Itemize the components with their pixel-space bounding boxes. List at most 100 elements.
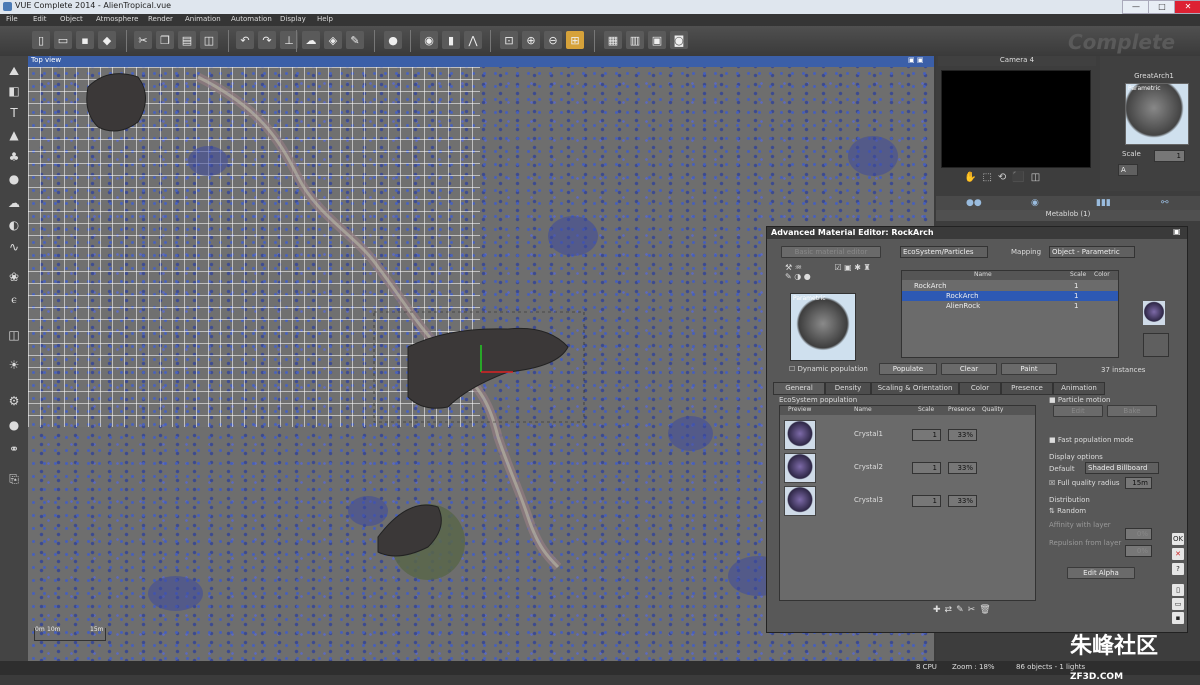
camera-tool-icon[interactable]: ◙: [670, 31, 688, 49]
group-icon[interactable]: ●: [4, 418, 24, 436]
affinity-input[interactable]: 0%: [1125, 528, 1152, 540]
animate-icon[interactable]: ⋀: [464, 31, 482, 49]
zoom-in-icon[interactable]: ⊕: [522, 31, 540, 49]
menu-automation[interactable]: Automation: [231, 15, 272, 23]
material-type-select[interactable]: EcoSystem/Particles: [900, 246, 988, 258]
plant-icon[interactable]: ♣: [4, 150, 24, 168]
tab-scaling[interactable]: Scaling & Orientation: [871, 382, 959, 395]
crystal2-scale[interactable]: 1: [912, 462, 941, 474]
menu-atmosphere[interactable]: Atmosphere: [96, 15, 138, 23]
camera-object-icon[interactable]: ◫: [4, 328, 24, 346]
save-material-icon[interactable]: ▪: [1172, 612, 1184, 624]
close-button[interactable]: ✕: [1174, 0, 1200, 14]
layer-tab-icon-3[interactable]: ▮▮▮: [1096, 198, 1111, 208]
save-icon[interactable]: ▪: [76, 31, 94, 49]
maximize-button[interactable]: □: [1148, 0, 1176, 14]
edit-item-icon[interactable]: ✎: [956, 605, 968, 615]
edit-button[interactable]: Edit: [1053, 405, 1103, 417]
side-thumbnail[interactable]: [1143, 301, 1165, 325]
tab-presence[interactable]: Presence: [1001, 382, 1053, 395]
crystal3-scale[interactable]: 1: [912, 495, 941, 507]
random-option[interactable]: ⇅ Random: [1049, 507, 1086, 515]
tree-row[interactable]: AlienRock 1: [902, 301, 1118, 311]
new-material-icon[interactable]: ▯: [1172, 584, 1184, 596]
add-item-icon[interactable]: ✚: [933, 605, 945, 615]
scale-value[interactable]: 1: [1154, 150, 1185, 162]
duplicate-icon[interactable]: ◫: [200, 31, 218, 49]
render-icon[interactable]: ◉: [420, 31, 438, 49]
viewport-menu-icon[interactable]: ▣ ▣: [908, 56, 923, 64]
sphere-icon[interactable]: ◐: [4, 218, 24, 236]
text-icon[interactable]: T: [4, 106, 24, 124]
menu-file[interactable]: File: [6, 15, 18, 23]
save-as-icon[interactable]: ◆: [98, 31, 116, 49]
mode-select[interactable]: A: [1118, 164, 1138, 176]
crystal3-presence[interactable]: 33%: [948, 495, 977, 507]
menu-render[interactable]: Render: [148, 15, 173, 23]
camera-zoom-icon[interactable]: ⬛: [1012, 172, 1024, 190]
crystal2-thumb[interactable]: [784, 453, 816, 483]
camera-rotate-icon[interactable]: ⟲: [998, 172, 1006, 190]
ecosystem-icon[interactable]: ❀: [4, 270, 24, 288]
wand-icon[interactable]: ⚒ ♒: [785, 263, 802, 272]
trash-icon[interactable]: 🗑: [979, 605, 994, 615]
light-icon[interactable]: ⲉ: [4, 292, 24, 310]
material-preview[interactable]: Parametric: [790, 293, 856, 361]
basic-material-editor-button[interactable]: Basic material editor: [781, 246, 881, 258]
ame-close-icon[interactable]: ▣: [1173, 227, 1181, 236]
layer-tab-icon-1[interactable]: ●●: [966, 198, 982, 208]
display-mode-select[interactable]: Shaded Billboard: [1085, 462, 1159, 474]
tree-row[interactable]: RockArch 1: [902, 281, 1118, 291]
replace-icon[interactable]: ⇄: [945, 605, 957, 615]
quality-radius-input[interactable]: 15m: [1125, 477, 1152, 489]
filmstrip-icon[interactable]: ▥: [626, 31, 644, 49]
mapping-select[interactable]: Object - Parametric: [1049, 246, 1135, 258]
side-swatch[interactable]: [1143, 333, 1169, 357]
cancel-x-icon[interactable]: ✕: [1172, 548, 1184, 560]
tab-density[interactable]: Density: [825, 382, 871, 395]
undo-icon[interactable]: ↶: [236, 31, 254, 49]
open-folder-icon[interactable]: ▭: [54, 31, 72, 49]
delete-item-icon[interactable]: ✂: [968, 605, 980, 615]
camera-roll-icon[interactable]: ◫: [1031, 172, 1040, 190]
camera-preview[interactable]: [941, 70, 1091, 168]
film-icon[interactable]: ▦: [604, 31, 622, 49]
sun-icon[interactable]: ☀: [4, 358, 24, 376]
copy-icon[interactable]: ❐: [156, 31, 174, 49]
cube-icon[interactable]: ◧: [4, 84, 24, 102]
populate-button[interactable]: Populate: [879, 363, 937, 375]
frame-icon[interactable]: ▣: [648, 31, 666, 49]
cloud-icon[interactable]: ☁: [4, 196, 24, 214]
minimize-button[interactable]: —: [1122, 0, 1150, 14]
crystal1-presence[interactable]: 33%: [948, 429, 977, 441]
clear-button[interactable]: Clear: [941, 363, 997, 375]
fast-population-checkbox[interactable]: ■ Fast population mode: [1049, 436, 1133, 444]
color-palette-icon[interactable]: ●: [384, 31, 402, 49]
link-icon[interactable]: ⚭: [4, 442, 24, 460]
curve-icon[interactable]: ∿: [4, 240, 24, 258]
menu-animation[interactable]: Animation: [185, 15, 221, 23]
menu-object[interactable]: Object: [60, 15, 83, 23]
pan-icon[interactable]: ⊞: [566, 31, 584, 49]
terrain-icon[interactable]: ⛰: [4, 64, 24, 82]
bake-button[interactable]: Bake: [1107, 405, 1157, 417]
new-file-icon[interactable]: ▯: [32, 31, 50, 49]
camera-move-icon[interactable]: ⬚: [982, 172, 991, 190]
brush-icon[interactable]: ✎ ◑ ●: [785, 272, 811, 281]
menu-display[interactable]: Display: [280, 15, 306, 23]
zoom-fit-icon[interactable]: ⊡: [500, 31, 518, 49]
weather-icon[interactable]: ☁: [302, 31, 320, 49]
tab-general[interactable]: General: [773, 382, 825, 395]
tab-animation[interactable]: Animation: [1053, 382, 1105, 395]
layer-tab-icon-4[interactable]: ⚯: [1161, 198, 1169, 208]
layer-tab-icon-2[interactable]: ◉: [1031, 198, 1039, 208]
menu-help[interactable]: Help: [317, 15, 333, 23]
rock-icon[interactable]: ●: [4, 172, 24, 190]
cut-icon[interactable]: ✂: [134, 31, 152, 49]
crystal2-presence[interactable]: 33%: [948, 462, 977, 474]
paint-button[interactable]: Paint: [1001, 363, 1057, 375]
tab-color[interactable]: Color: [959, 382, 1001, 395]
check-icon[interactable]: ☑ ▣ ✱ ♜: [834, 263, 870, 272]
help-icon[interactable]: ?: [1172, 563, 1184, 575]
load-material-icon[interactable]: ▭: [1172, 598, 1184, 610]
